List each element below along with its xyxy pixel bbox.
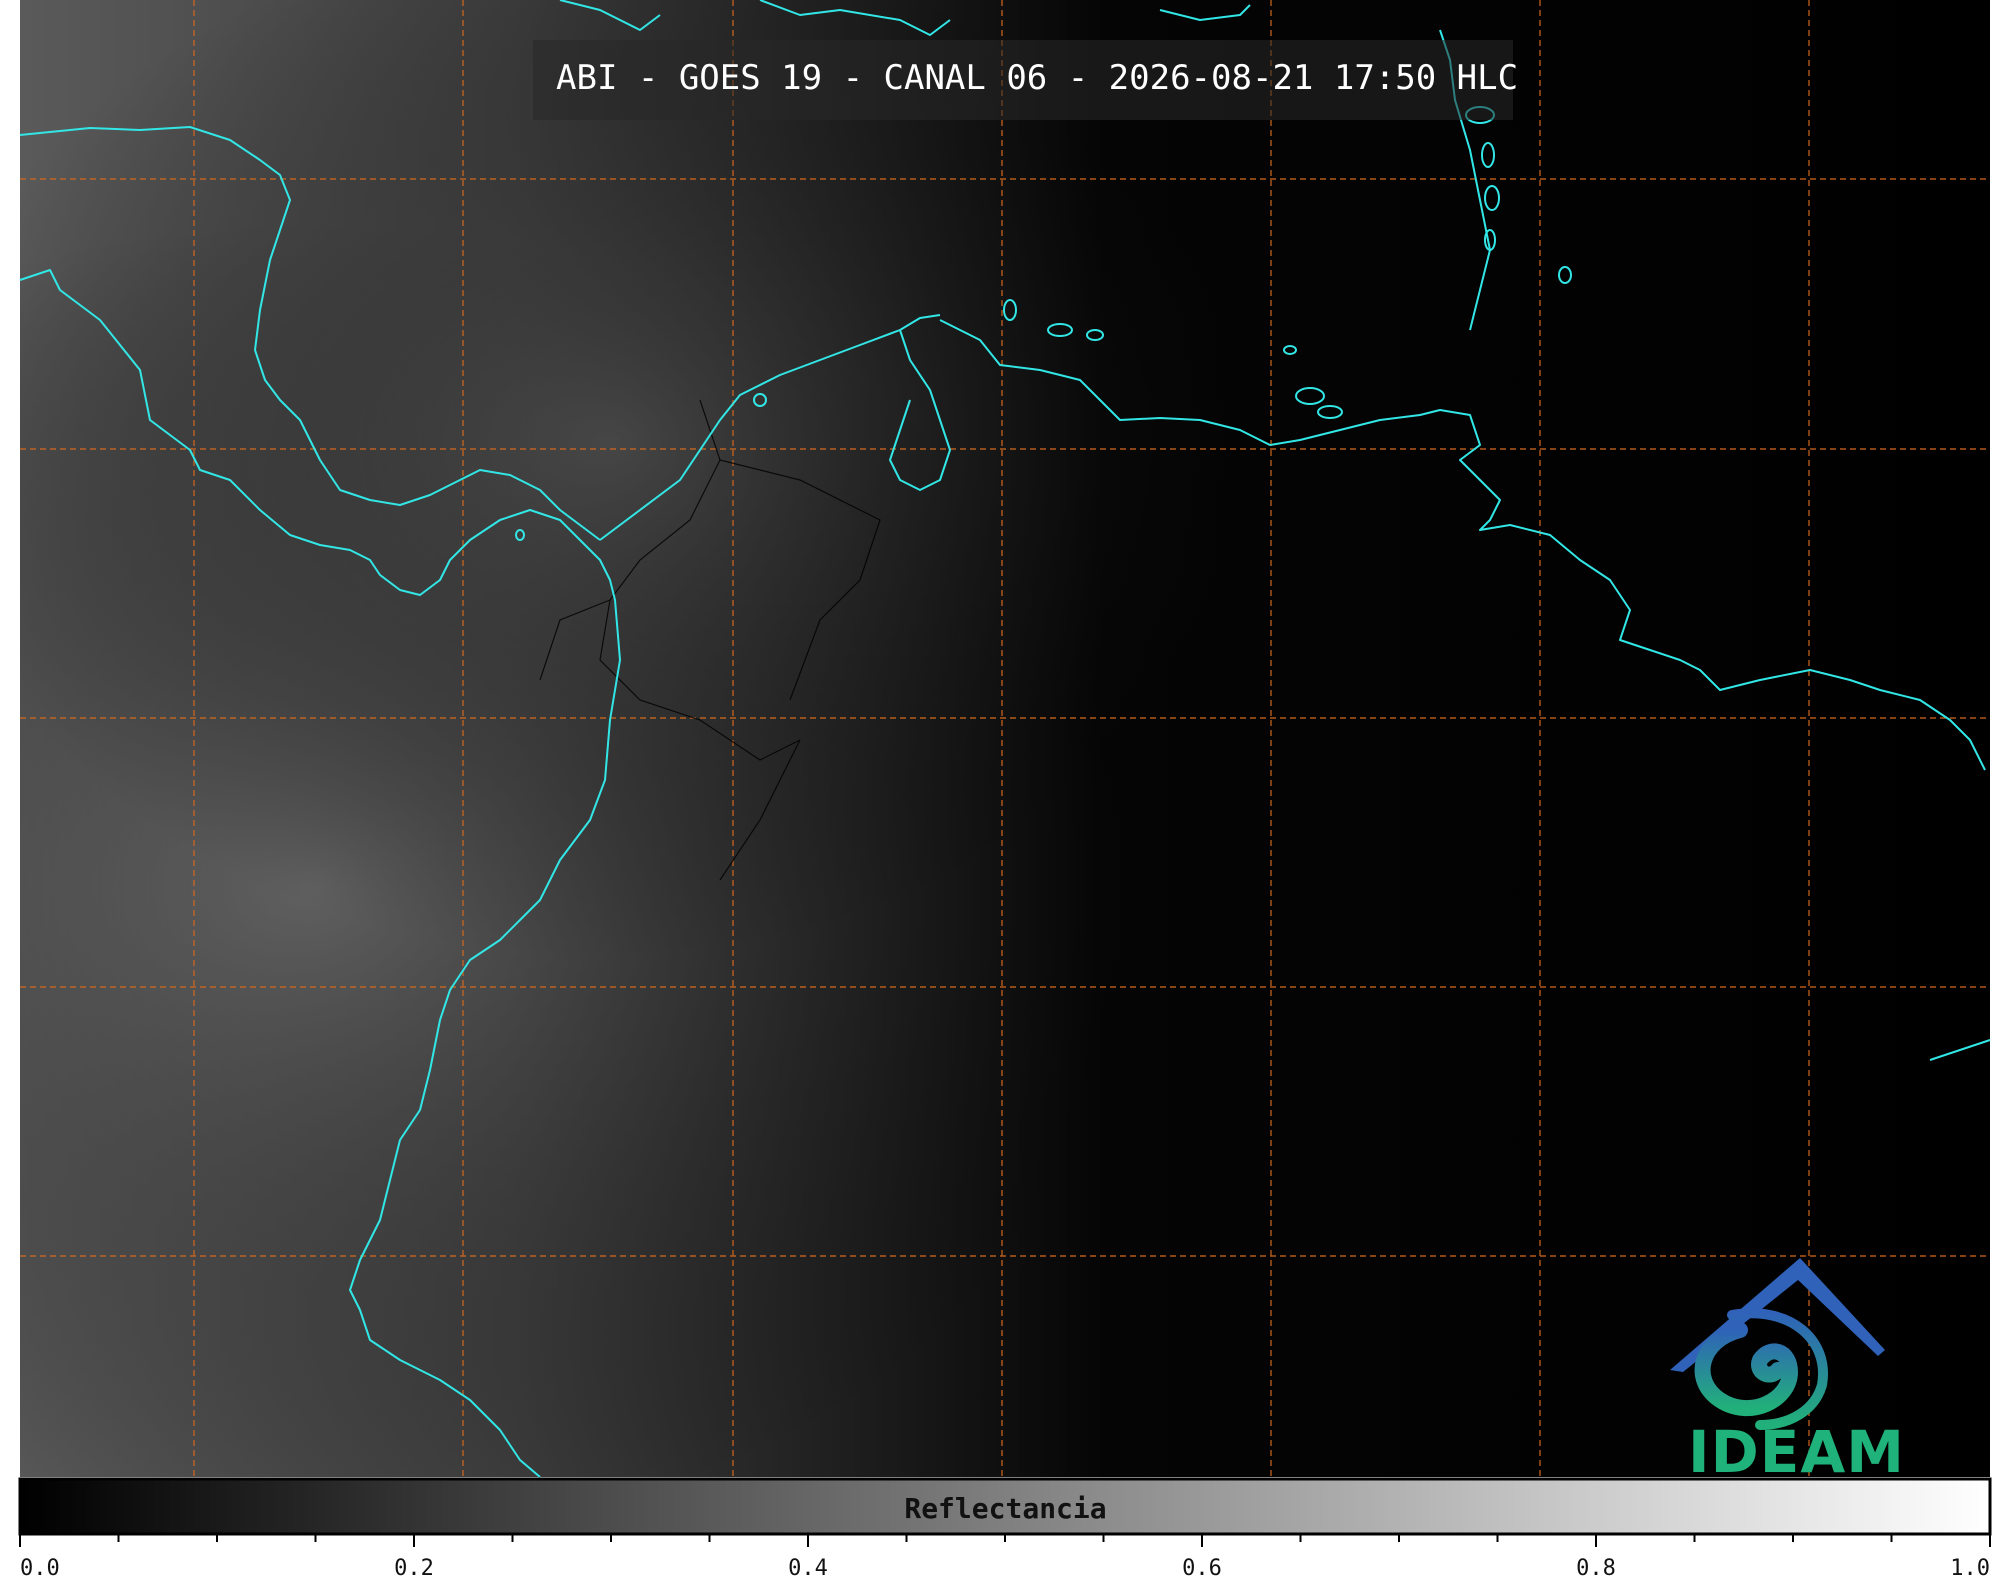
ideam-logo-text: IDEAM — [1688, 1418, 1905, 1486]
colorbar-tick-label: 0.6 — [1182, 1556, 1222, 1581]
colorbar-tick-label: 0.4 — [788, 1556, 828, 1581]
colorbar-tick-label: 0.0 — [20, 1556, 60, 1581]
map-title: ABI - GOES 19 - CANAL 06 - 2026-08-21 17… — [556, 58, 1519, 98]
colorbar-tick-label: 0.8 — [1576, 1556, 1616, 1581]
satellite-map — [18, 0, 1992, 1547]
colorbar-ticks — [19, 1534, 1991, 1547]
colorbar-label: Reflectancia — [904, 1492, 1107, 1525]
colorbar-tick-label: 1.0 — [1950, 1556, 1990, 1581]
colorbar-tick-label: 0.2 — [394, 1556, 434, 1581]
